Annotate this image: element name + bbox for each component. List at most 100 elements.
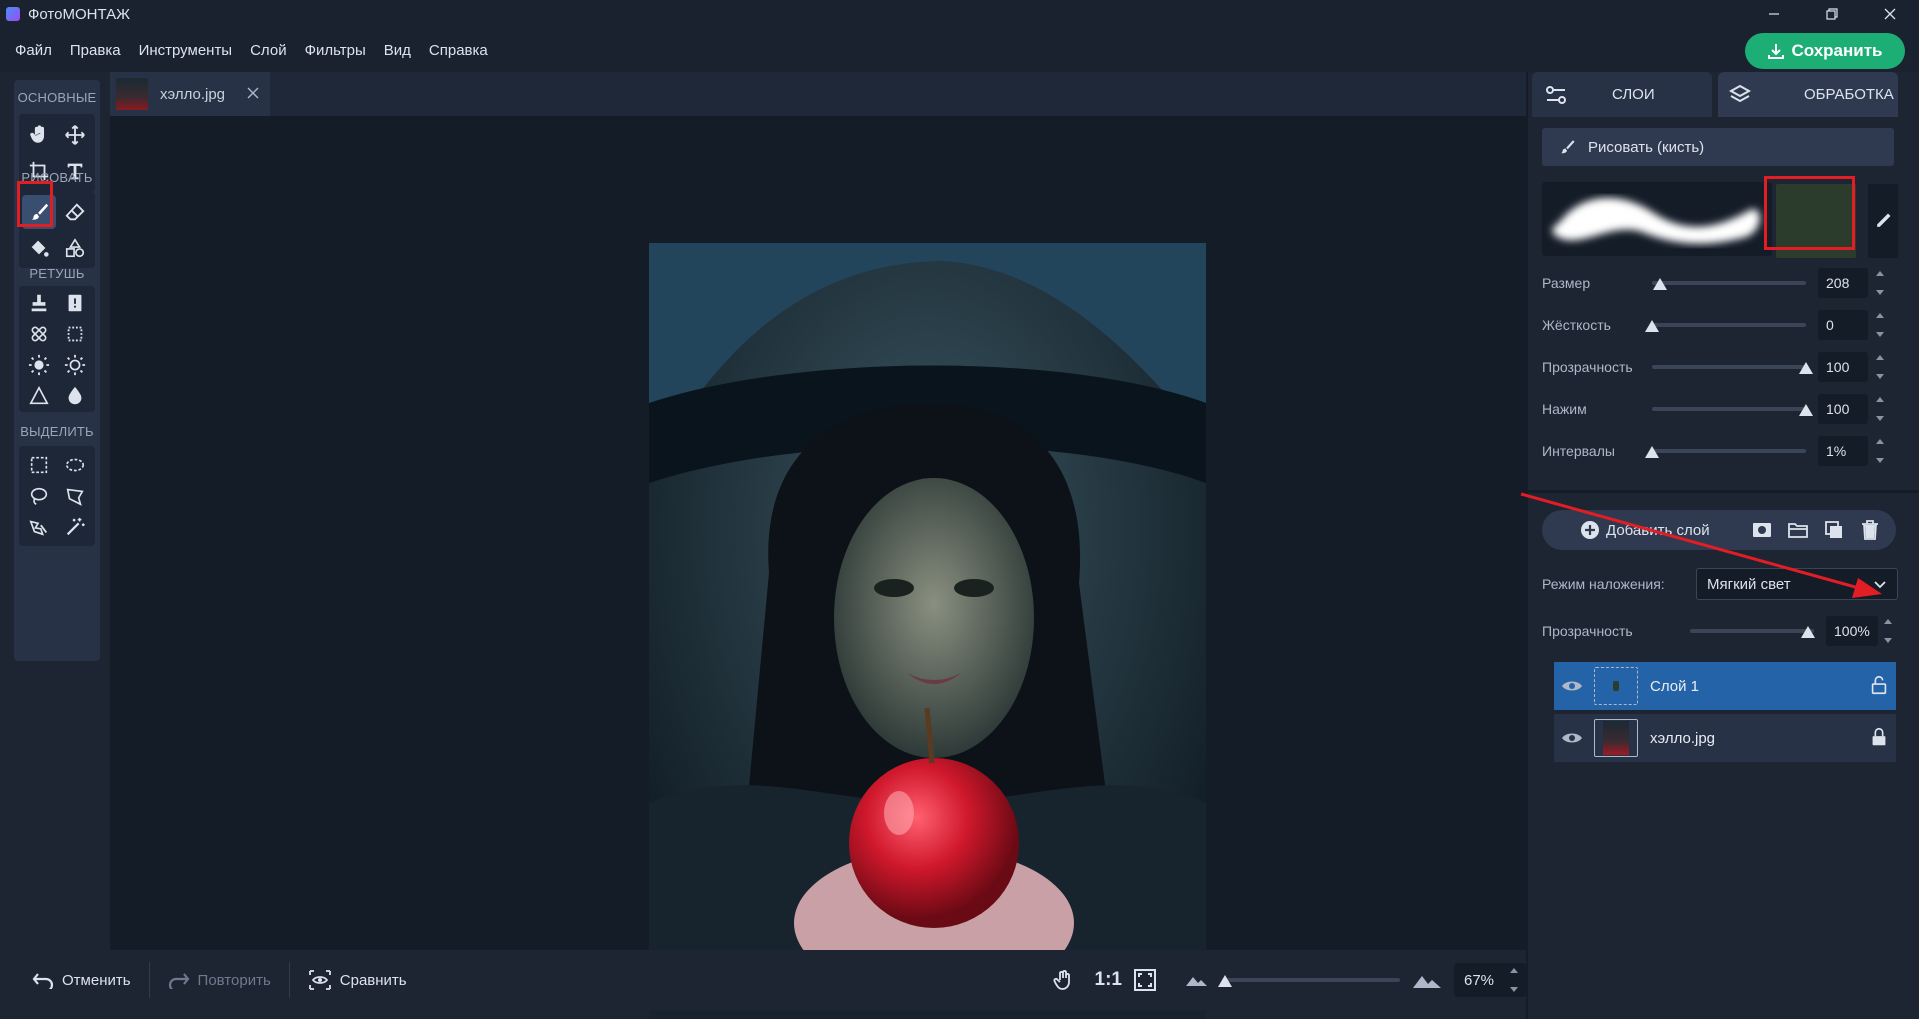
photo-layer-icon[interactable] [1750,518,1774,542]
compare-button[interactable]: Сравнить [290,950,425,1010]
param-size-spinner[interactable] [1874,268,1886,298]
close-tab-icon[interactable] [244,84,262,102]
download-icon [1768,44,1785,59]
param-pressure-thumb[interactable] [1799,404,1813,416]
document-tab[interactable]: хэлло.jpg [110,72,270,116]
param-size-slider[interactable] [1652,281,1806,285]
minimize-button[interactable] [1745,0,1803,28]
fit-screen-icon[interactable] [1132,967,1158,993]
duplicate-layer-icon[interactable] [1822,518,1846,542]
trash-icon[interactable] [1858,518,1882,542]
menu-filters[interactable]: Фильтры [296,42,375,59]
tool-group-select [19,446,95,546]
frame-tool[interactable] [58,317,92,351]
param-spacing-slider[interactable] [1652,449,1806,453]
blend-mode-value: Мягкий свет [1707,575,1791,593]
layer-photo-thumb [1603,721,1629,755]
canvas-area[interactable] [110,116,1526,1019]
layer-opacity-spinner[interactable] [1882,616,1894,646]
layer-opacity-field[interactable]: 100% [1826,616,1878,646]
param-opacity-spinner[interactable] [1874,352,1886,382]
zoom-slider[interactable] [1218,973,1400,987]
section-basic-label: ОСНОВНЫЕ [17,90,97,105]
draw-brush-button[interactable]: Рисовать (кисть) [1542,128,1894,166]
stamp-tool[interactable] [22,286,56,320]
layer-row[interactable]: хэлло.jpg [1554,714,1896,762]
folder-icon[interactable] [1786,518,1810,542]
zoom-value-field[interactable]: 67% [1454,963,1526,997]
hand-gesture-icon[interactable] [1051,967,1077,993]
darken-tool[interactable] [58,348,92,382]
lock-icon[interactable] [1868,726,1890,748]
param-hardness-spinner[interactable] [1874,310,1886,340]
zoom-in-mountain-icon[interactable] [1412,969,1442,991]
zoom-slider-thumb[interactable] [1218,975,1232,987]
shapes-tool[interactable] [58,231,92,265]
undo-button[interactable]: Отменить [14,950,149,1010]
actual-size-button[interactable]: 1:1 [1095,969,1122,991]
param-spacing-thumb[interactable] [1645,446,1659,458]
sharpen-tool[interactable] [22,379,56,413]
hand-tool[interactable] [22,118,56,152]
ellipse-select-tool[interactable] [58,448,92,482]
restore-button[interactable] [1803,0,1861,28]
zoom-spinner[interactable] [1508,965,1520,995]
menu-file[interactable]: Файл [6,42,61,59]
patch-tool[interactable] [22,317,56,351]
param-hardness-field[interactable]: 0 [1818,310,1868,340]
layer-opacity-thumb[interactable] [1801,626,1815,638]
param-spacing-field[interactable]: 1% [1818,436,1868,466]
param-spacing-label: Интервалы [1542,443,1615,459]
lasso-tool[interactable] [22,479,56,513]
menu-help[interactable]: Справка [420,42,497,59]
tab-processing[interactable]: ОБРАБОТКА [1718,72,1898,117]
polygon-lasso-tool[interactable] [58,479,92,513]
tab-layers[interactable]: СЛОИ [1532,72,1712,117]
section-select-label: ВЫДЕЛИТЬ [20,424,94,439]
layer-row-selected[interactable]: Слой 1 [1554,662,1896,710]
save-label: Сохранить [1791,41,1883,60]
add-layer-button[interactable]: Добавить слой [1580,520,1710,540]
move-tool[interactable] [58,118,92,152]
menu-view[interactable]: Вид [375,42,420,59]
param-opacity-slider[interactable] [1652,365,1806,369]
param-spacing-spinner[interactable] [1874,436,1886,466]
menu-layer[interactable]: Слой [241,42,295,59]
zoom-out-mountain-icon[interactable] [1184,970,1210,990]
param-size-value: 208 [1826,275,1850,291]
param-pressure-field[interactable]: 100 [1818,394,1868,424]
menu-edit[interactable]: Правка [61,42,130,59]
param-opacity-thumb[interactable] [1799,362,1813,374]
param-hardness-thumb[interactable] [1645,320,1659,332]
param-hardness-slider[interactable] [1652,323,1806,327]
param-size-thumb[interactable] [1652,278,1667,290]
menu-tools[interactable]: Инструменты [130,42,242,59]
add-layer-label: Добавить слой [1606,521,1710,539]
param-opacity-field[interactable]: 100 [1818,352,1868,382]
magnetic-lasso-tool[interactable] [22,510,56,544]
save-button[interactable]: Сохранить [1745,33,1905,69]
lighten-tool[interactable] [22,348,56,382]
magic-wand-tool[interactable] [58,510,92,544]
unlock-icon[interactable] [1868,674,1890,696]
param-pressure-spinner[interactable] [1874,394,1886,424]
redo-button[interactable]: Повторить [150,950,289,1010]
photo-canvas[interactable] [649,243,1206,1019]
fill-tool[interactable] [22,231,56,265]
eye-compare-icon [308,970,331,990]
eye-icon[interactable] [1560,726,1584,750]
eye-icon[interactable] [1560,674,1584,698]
close-window-button[interactable] [1861,0,1919,28]
blur-tool[interactable] [58,379,92,413]
healing-book-tool[interactable] [58,286,92,320]
witch-with-apple-image [649,243,1206,1019]
layer-opacity-slider[interactable] [1690,629,1814,633]
eraser-tool[interactable] [58,195,92,229]
param-size-field[interactable]: 208 [1818,268,1868,298]
brush-icon [1561,140,1575,154]
param-pressure-slider[interactable] [1652,407,1806,411]
rect-select-tool[interactable] [22,448,56,482]
blend-mode-select[interactable]: Мягкий свет [1696,568,1898,600]
eyedropper-button[interactable] [1868,184,1898,258]
move-arrows-icon [65,125,85,145]
